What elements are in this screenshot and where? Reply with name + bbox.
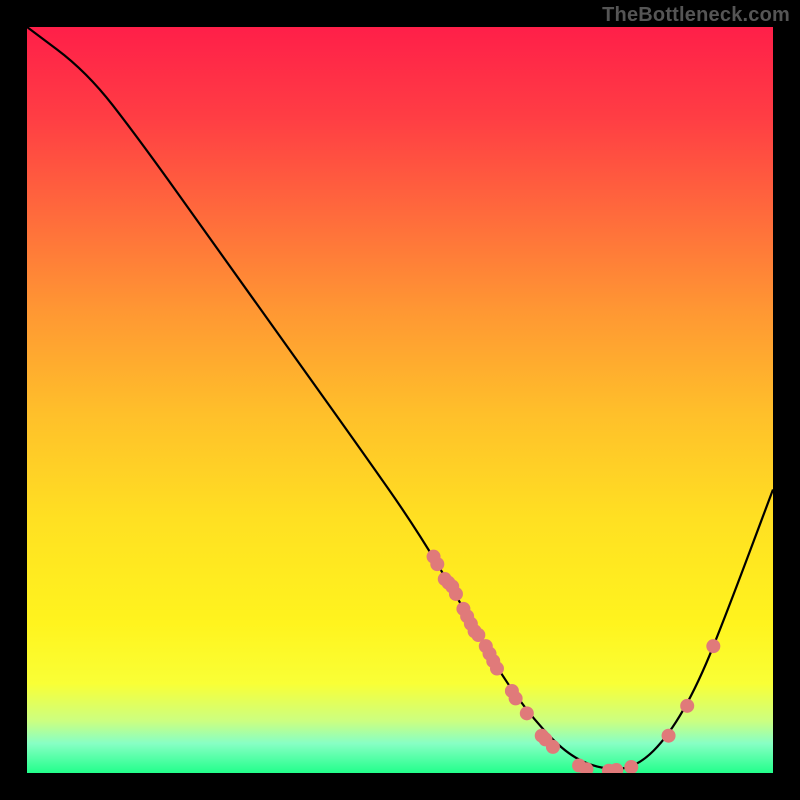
data-point bbox=[430, 557, 444, 571]
data-point bbox=[624, 760, 638, 773]
data-point bbox=[706, 639, 720, 653]
data-point bbox=[680, 699, 694, 713]
data-point bbox=[546, 740, 560, 754]
data-point bbox=[662, 729, 676, 743]
data-points bbox=[427, 550, 721, 773]
data-point bbox=[449, 587, 463, 601]
data-point bbox=[509, 691, 523, 705]
bottleneck-curve bbox=[27, 27, 773, 769]
data-point bbox=[490, 662, 504, 676]
data-point bbox=[520, 706, 534, 720]
chart-svg bbox=[27, 27, 773, 773]
watermark-text: TheBottleneck.com bbox=[602, 4, 790, 27]
